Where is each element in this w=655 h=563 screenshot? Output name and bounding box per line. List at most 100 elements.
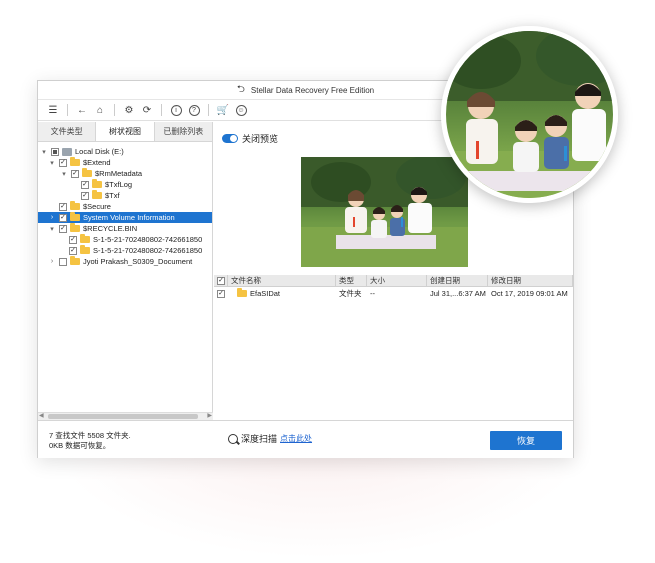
status-line-files: 7 查找文件 5508 文件夹.: [49, 431, 131, 440]
tab-tree-view[interactable]: 树状视图: [95, 122, 155, 141]
tree-checkbox[interactable]: ✓: [59, 213, 67, 222]
tree-item[interactable]: ✓ $Txf: [38, 190, 212, 201]
deep-scan: 深度扫描 点击此处: [228, 432, 312, 445]
tree-item[interactable]: ▾ ✓ $RmMetadata: [38, 168, 212, 179]
tree-item[interactable]: ▾ Local Disk (E:): [38, 146, 212, 157]
tree-item-label: $Extend: [83, 158, 111, 167]
folder-tree: ▾ Local Disk (E:) ▾ ✓ $Extend ▾ ✓ $RmMet…: [38, 142, 212, 410]
collapse-icon[interactable]: ▾: [48, 159, 56, 167]
tree-checkbox[interactable]: [51, 147, 59, 156]
tree-checkbox[interactable]: [59, 257, 67, 266]
window-title: Stellar Data Recovery Free Edition: [250, 85, 375, 95]
folder-icon: [237, 288, 247, 297]
tree-item-label: S-1-5-21-702480802-742661850: [93, 235, 203, 244]
row-checkbox[interactable]: ✓: [217, 289, 225, 298]
back-arrow-icon[interactable]: ←: [75, 103, 89, 117]
help-icon[interactable]: ?: [187, 103, 201, 117]
expand-icon[interactable]: ›: [48, 214, 56, 221]
row-checkbox-cell[interactable]: ✓: [214, 287, 228, 300]
preview-toggle-row: 关闭预览: [222, 132, 278, 145]
table-row[interactable]: ✓ EfaSIDat 文件夹 -- Jul 31,...6:37 AM Oct …: [214, 287, 573, 300]
cell-modified: Oct 17, 2019 09:01 AM: [491, 289, 568, 298]
recover-button[interactable]: 恢复: [490, 431, 562, 450]
folder-icon: [70, 223, 80, 232]
toolbar-divider: [67, 104, 68, 116]
column-header-name[interactable]: 文件名称: [228, 275, 336, 286]
view-tabs: 文件类型 树状视图 已删除列表: [38, 122, 212, 142]
tree-checkbox[interactable]: ✓: [81, 180, 89, 189]
back-arrow-icon[interactable]: ⮌: [237, 82, 245, 99]
file-table: ✓ 文件名称 类型 大小 创建日期 修改日期 ✓ EfaSIDat 文件夹 --…: [214, 275, 573, 300]
tree-checkbox[interactable]: ✓: [69, 246, 77, 255]
column-header-modified[interactable]: 修改日期: [488, 275, 573, 286]
tree-item[interactable]: ▾ ✓ $Extend: [38, 157, 212, 168]
cell-type: 文件夹: [339, 289, 362, 298]
tree-checkbox[interactable]: ✓: [59, 158, 67, 167]
tree-item[interactable]: › Jyoti Prakash_S0309_Document: [38, 256, 212, 267]
column-header-type[interactable]: 类型: [336, 275, 367, 286]
tree-item[interactable]: ✓ $Secure: [38, 201, 212, 212]
tree-item-selected[interactable]: › ✓ System Volume Information: [38, 212, 212, 223]
settings-icon[interactable]: ⚙: [122, 103, 136, 117]
folder-icon: [92, 190, 102, 199]
folder-icon: [70, 212, 80, 221]
tree-item-label: $RECYCLE.BIN: [83, 224, 138, 233]
tree-item[interactable]: ✓ S-1-5-21-702480802-742661850: [38, 234, 212, 245]
select-all-checkbox[interactable]: ✓: [214, 275, 228, 286]
folder-icon: [92, 179, 102, 188]
menu-icon[interactable]: ☰: [46, 103, 60, 117]
folder-icon: [80, 245, 90, 254]
family-photo-thumbnail: [301, 157, 468, 267]
tab-file-type[interactable]: 文件类型: [38, 122, 95, 141]
horizontal-scrollbar[interactable]: ◀ ▶: [38, 412, 213, 420]
cart-icon[interactable]: 🛒: [216, 103, 230, 117]
preview-toggle[interactable]: [222, 134, 238, 143]
collapse-icon[interactable]: ▾: [60, 170, 68, 178]
tree-item-label: Local Disk (E:): [75, 147, 124, 156]
status-line-data: 0KB 数据可恢复。: [49, 441, 111, 450]
deep-scan-label: 深度扫描: [241, 434, 278, 444]
tree-checkbox[interactable]: ✓: [59, 224, 67, 233]
left-panel: 文件类型 树状视图 已删除列表 ▾ Local Disk (E:) ▾ ✓ $E…: [38, 122, 213, 420]
header-checkbox[interactable]: ✓: [217, 276, 225, 285]
status-text: 7 查找文件 5508 文件夹. 0KB 数据可恢复。: [49, 431, 131, 451]
scroll-right-icon[interactable]: ▶: [207, 412, 212, 419]
cell-size: --: [370, 289, 375, 298]
toolbar-divider: [208, 104, 209, 116]
tree-checkbox[interactable]: ✓: [81, 191, 89, 200]
preview-toggle-label: 关闭预览: [242, 134, 279, 144]
tree-item[interactable]: ▾ ✓ $RECYCLE.BIN: [38, 223, 212, 234]
tree-item-label: System Volume Information: [83, 213, 175, 222]
preview-image: [301, 157, 468, 267]
cell-name: EfaSIDat: [228, 287, 336, 300]
tree-item-label: $TxfLog: [105, 180, 133, 189]
folder-icon: [70, 256, 80, 265]
tree-item[interactable]: ✓ S-1-5-21-702480802-742661850: [38, 245, 212, 256]
column-header-created[interactable]: 创建日期: [427, 275, 488, 286]
tree-item-label: S-1-5-21-702480802-742661850: [93, 246, 203, 255]
deep-scan-link[interactable]: 点击此处: [280, 433, 312, 444]
column-header-size[interactable]: 大小: [367, 275, 427, 286]
table-header: ✓ 文件名称 类型 大小 创建日期 修改日期: [214, 275, 573, 287]
scrollbar-thumb[interactable]: [48, 414, 198, 419]
cell-created: Jul 31,...6:37 AM: [430, 289, 486, 298]
tab-deleted-list[interactable]: 已删除列表: [155, 122, 212, 141]
expand-icon[interactable]: ›: [48, 258, 56, 265]
tree-checkbox[interactable]: ✓: [69, 235, 77, 244]
search-icon: [228, 433, 238, 444]
folder-icon: [70, 201, 80, 210]
info-icon[interactable]: i: [169, 103, 183, 117]
user-icon[interactable]: ☺: [234, 103, 248, 117]
tree-item[interactable]: ✓ $TxfLog: [38, 179, 212, 190]
collapse-icon[interactable]: ▾: [40, 148, 48, 156]
home-icon[interactable]: ⌂: [93, 103, 107, 117]
tree-checkbox[interactable]: ✓: [71, 169, 79, 178]
tree-item-label: $Secure: [83, 202, 111, 211]
drive-icon: [62, 147, 72, 156]
tree-checkbox[interactable]: ✓: [59, 202, 67, 211]
family-photo-large: [446, 31, 613, 198]
collapse-icon[interactable]: ▾: [48, 225, 56, 233]
scan-icon[interactable]: ⟳: [140, 103, 154, 117]
toolbar-divider: [161, 104, 162, 116]
scroll-left-icon[interactable]: ◀: [39, 412, 44, 419]
